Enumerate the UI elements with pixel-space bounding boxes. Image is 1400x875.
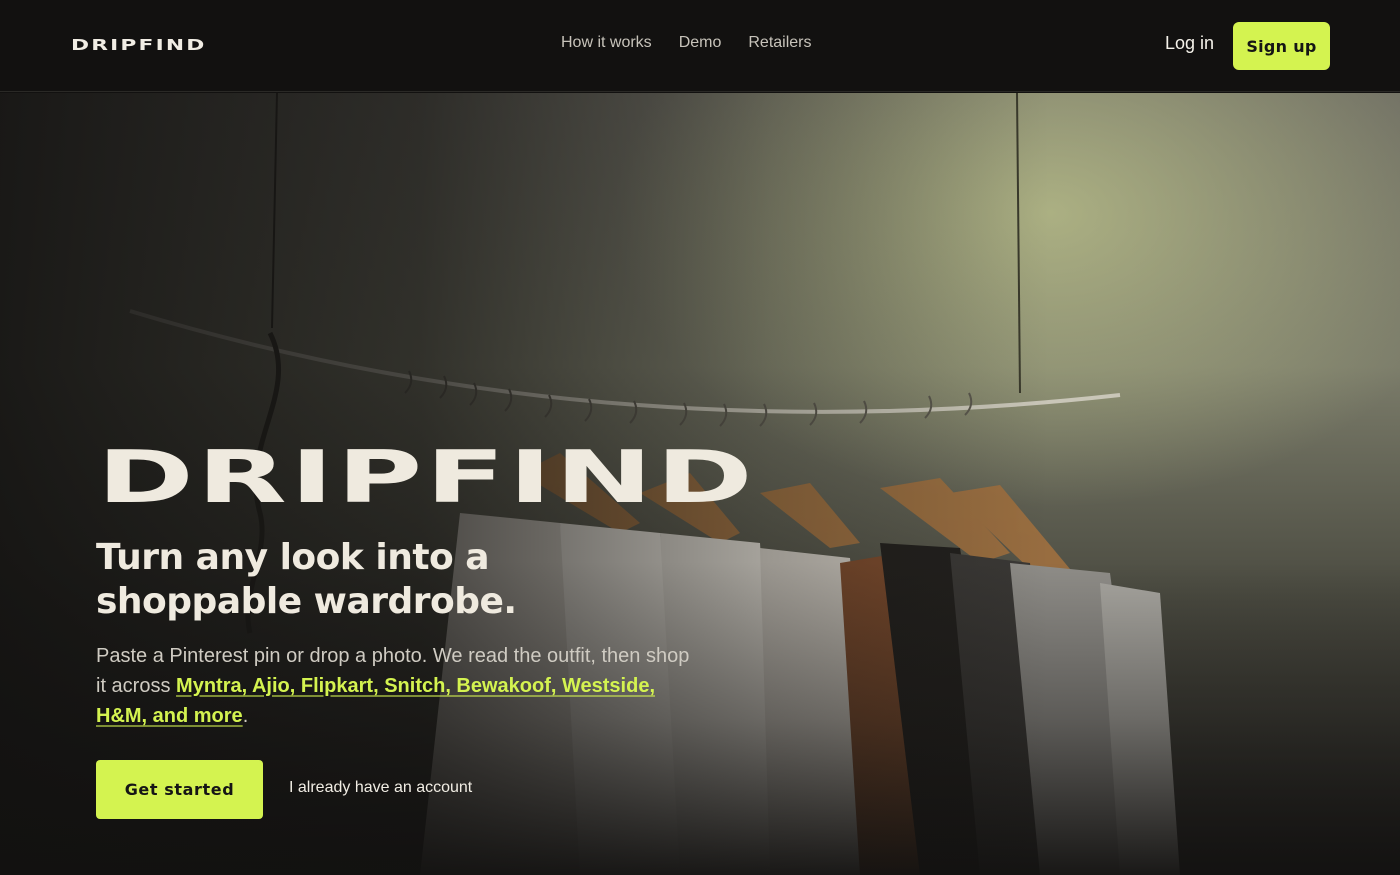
- nav-link-retailers[interactable]: Retailers: [748, 34, 811, 52]
- nav-link-how-it-works[interactable]: How it works: [561, 34, 652, 52]
- login-link[interactable]: Log in: [1165, 33, 1214, 54]
- nav-links: How it works Demo Retailers: [561, 34, 812, 52]
- get-started-button[interactable]: Get started: [96, 760, 263, 819]
- subtext-end: .: [242, 705, 249, 727]
- signup-button[interactable]: Sign up: [1233, 22, 1330, 70]
- hero-headline: Turn any look into a shoppable wardrobe.: [96, 537, 517, 622]
- existing-account-link[interactable]: I already have an account: [289, 779, 472, 797]
- hero-brand-title: DRIPFIND: [97, 435, 756, 519]
- top-nav: DRIPFIND How it works Demo Retailers Log…: [0, 0, 1400, 92]
- logo[interactable]: DRIPFIND: [71, 36, 206, 54]
- retailers-link[interactable]: Myntra, Ajio, Flipkart, Snitch, Bewakoof…: [96, 675, 655, 727]
- nav-link-demo[interactable]: Demo: [679, 34, 722, 52]
- hero-subtext: Paste a Pinterest pin or drop a photo. W…: [96, 641, 696, 731]
